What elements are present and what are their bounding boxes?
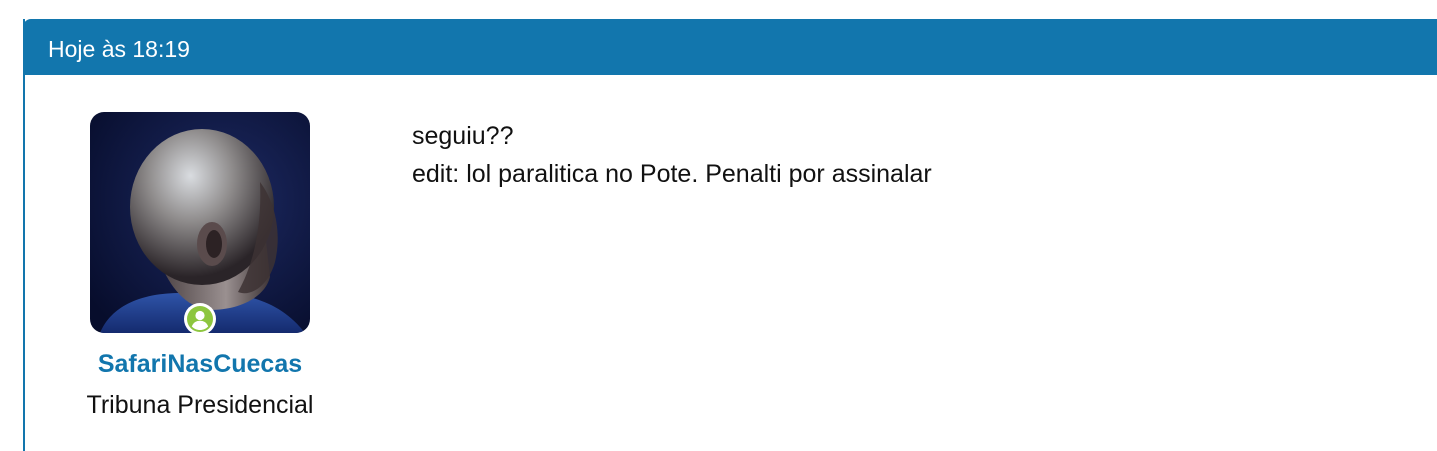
post-author-panel: SafariNasCuecas Tribuna Presidencial [25, 75, 375, 451]
author-username[interactable]: SafariNasCuecas [25, 349, 375, 379]
author-rank: Tribuna Presidencial [86, 391, 314, 419]
message-line: edit: lol paralitica no Pote. Penalti po… [412, 160, 932, 188]
user-circle-icon [187, 306, 213, 332]
post-header: Hoje às 18:19 [23, 19, 1437, 75]
post-timestamp[interactable]: Hoje às 18:19 [48, 35, 190, 63]
avatar[interactable] [90, 112, 310, 333]
online-status-badge [184, 303, 216, 335]
forum-post: Hoje às 18:19 SafariNasCuecas Tribuna Pr… [23, 19, 1437, 451]
avatar-container [90, 112, 310, 335]
post-message: seguiu?? edit: lol paralitica no Pote. P… [412, 117, 932, 193]
message-line: seguiu?? [412, 122, 514, 150]
